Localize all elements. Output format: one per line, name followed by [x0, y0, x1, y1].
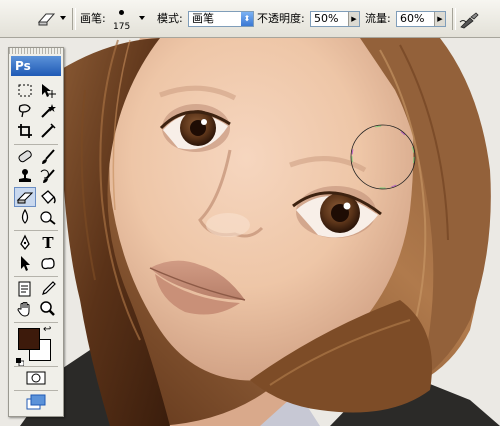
paint-bucket-tool-icon[interactable]: [38, 188, 58, 206]
custom-shape-tool-icon[interactable]: [38, 254, 58, 272]
brush-size: 175: [113, 22, 131, 32]
opacity-value: 50%: [314, 12, 339, 25]
quick-mask-icon[interactable]: [25, 370, 47, 386]
brush-picker-arrow-icon[interactable]: [139, 16, 145, 20]
mode-select-value: 画笔: [192, 12, 214, 25]
history-brush-tool-icon[interactable]: [38, 168, 58, 186]
flow-slider-arrow-icon[interactable]: ▶: [434, 12, 445, 26]
eraser-tool-icon[interactable]: [14, 187, 36, 207]
brush-tool-icon[interactable]: [38, 148, 58, 166]
path-selection-tool-icon[interactable]: [15, 254, 35, 272]
eraser-tool-icon[interactable]: [36, 10, 58, 28]
brush-label: 画笔:: [80, 12, 106, 25]
options-bar: 画笔: 175 模式: 画笔 ⬍ 不透明度: 50% ▶ 流量: 60% ▶: [0, 0, 500, 38]
brush-cursor: [351, 125, 415, 189]
foreground-color-swatch[interactable]: [18, 328, 40, 350]
brush-preview-dot-icon[interactable]: [119, 10, 124, 15]
toolbox-grip[interactable]: [9, 48, 63, 54]
blur-tool-icon[interactable]: [15, 208, 35, 226]
eyedropper-tool-icon[interactable]: [38, 280, 58, 298]
toolbox-divider: [14, 230, 58, 231]
crop-tool-icon[interactable]: [15, 122, 35, 140]
toolbox-divider: [14, 390, 58, 391]
hand-tool-icon[interactable]: [15, 300, 35, 318]
zoom-tool-icon[interactable]: [38, 300, 58, 318]
toolbox-panel: Ps T ↩: [8, 47, 64, 417]
opacity-field[interactable]: 50% ▶: [310, 11, 360, 27]
mode-select[interactable]: 画笔 ⬍: [188, 11, 254, 27]
mode-label: 模式:: [157, 12, 183, 25]
flow-field[interactable]: 60% ▶: [396, 11, 446, 27]
opacity-slider-arrow-icon[interactable]: ▶: [348, 12, 359, 26]
healing-brush-tool-icon[interactable]: [15, 148, 35, 166]
toolbox-divider: [14, 322, 58, 323]
type-tool-icon[interactable]: T: [38, 234, 58, 252]
swap-colors-icon[interactable]: ↩: [43, 325, 51, 335]
toolbox-divider: [14, 366, 58, 367]
slice-tool-icon[interactable]: [38, 122, 58, 140]
clone-stamp-tool-icon[interactable]: [15, 168, 35, 186]
flow-value: 60%: [400, 12, 425, 25]
flow-label: 流量:: [365, 12, 391, 25]
dodge-tool-icon[interactable]: [38, 208, 58, 226]
divider: [452, 8, 456, 30]
lasso-tool-icon[interactable]: [15, 102, 35, 120]
pen-tool-icon[interactable]: [15, 234, 35, 252]
document-canvas[interactable]: [0, 38, 500, 426]
marquee-tool-icon[interactable]: [15, 82, 35, 100]
photoshop-logo[interactable]: Ps: [11, 56, 61, 76]
opacity-label: 不透明度:: [257, 12, 305, 25]
portrait-artwork: [0, 38, 500, 426]
default-colors-icon[interactable]: [16, 351, 25, 367]
type-tool-glyph: T: [42, 234, 54, 252]
screen-mode-icon[interactable]: [25, 393, 47, 411]
airbrush-icon[interactable]: [458, 10, 482, 30]
select-arrow-icon[interactable]: ⬍: [241, 12, 253, 26]
tool-preset-arrow-icon[interactable]: [60, 16, 66, 20]
divider: [72, 8, 76, 30]
toolbox-divider: [14, 144, 58, 145]
notes-tool-icon[interactable]: [15, 280, 35, 298]
toolbox-divider: [14, 276, 58, 277]
magic-wand-tool-icon[interactable]: [38, 102, 58, 120]
move-tool-icon[interactable]: [38, 82, 58, 100]
